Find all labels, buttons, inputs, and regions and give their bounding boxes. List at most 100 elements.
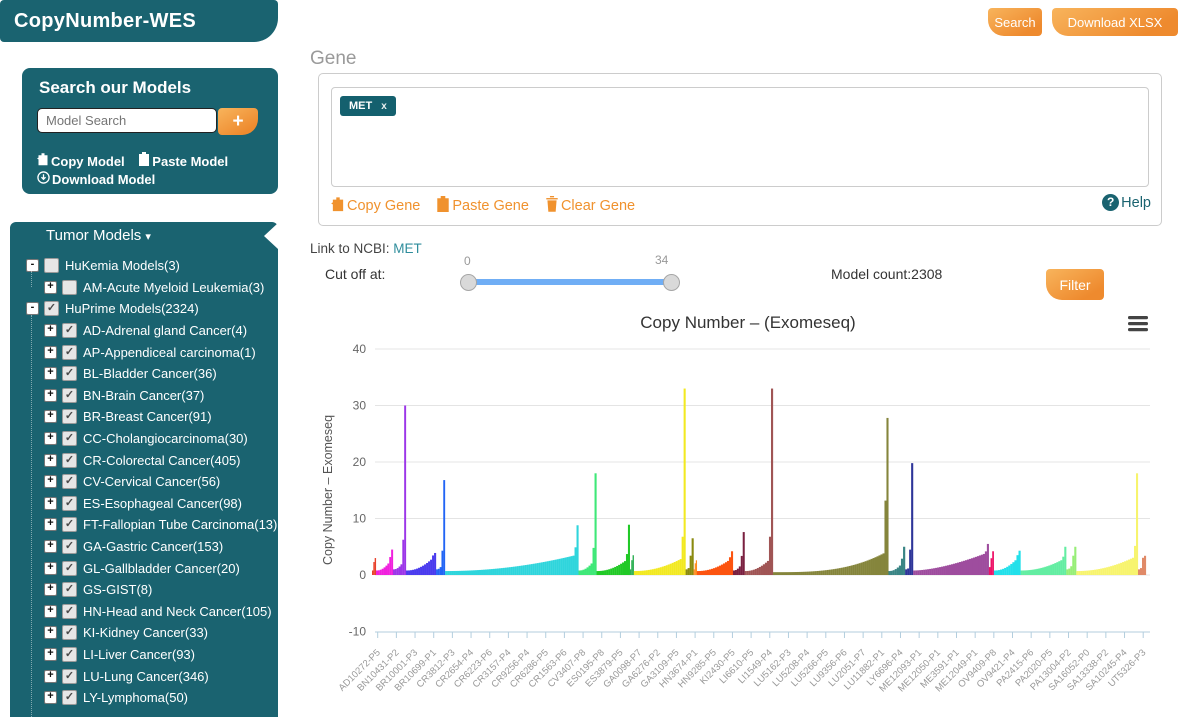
remove-gene-icon[interactable]: x <box>381 101 387 112</box>
tree-item[interactable]: +✓AD-Adrenal gland Cancer(4) <box>10 320 278 342</box>
download-model-link[interactable]: Download Model <box>37 171 155 189</box>
tree-item[interactable]: -HuKemia Models(3) <box>10 255 278 277</box>
expand-icon[interactable]: + <box>44 454 57 467</box>
svg-text:0: 0 <box>359 568 366 582</box>
tree-item[interactable]: +✓GL-Gallbladder Cancer(20) <box>10 557 278 579</box>
cutoff-slider-handle-min[interactable] <box>460 274 477 291</box>
copy-gene-link[interactable]: Copy Gene <box>331 196 420 216</box>
expand-icon[interactable]: + <box>44 389 57 402</box>
checkbox-checked[interactable]: ✓ <box>62 388 77 403</box>
tree-item-label: KI-Kidney Cancer(33) <box>83 625 208 640</box>
checkbox-checked[interactable]: ✓ <box>62 366 77 381</box>
model-search-input[interactable] <box>37 108 217 133</box>
checkbox-checked[interactable]: ✓ <box>62 431 77 446</box>
checkbox-checked[interactable]: ✓ <box>62 517 77 532</box>
ncbi-gene-link[interactable]: MET <box>393 241 422 256</box>
expand-icon[interactable]: + <box>44 410 57 423</box>
checkbox-checked[interactable]: ✓ <box>62 409 77 424</box>
tree-item[interactable]: +✓CV-Cervical Cancer(56) <box>10 471 278 493</box>
gene-card: METx Copy Gene Paste Gene Clear Gene ? H… <box>318 73 1162 226</box>
download-xlsx-button[interactable]: Download XLSX <box>1052 8 1178 36</box>
expand-icon[interactable]: + <box>44 497 57 510</box>
tree-item[interactable]: +✓FT-Fallopian Tube Carcinoma(13) <box>10 514 278 536</box>
tree-item[interactable]: +✓BR-Breast Cancer(91) <box>10 406 278 428</box>
tree-item[interactable]: +✓LI-Liver Cancer(93) <box>10 644 278 666</box>
expand-icon[interactable]: + <box>44 475 57 488</box>
expand-icon[interactable]: + <box>44 518 57 531</box>
expand-icon[interactable]: + <box>44 367 57 380</box>
gene-tag: METx <box>340 96 396 116</box>
cutoff-slider-handle-max[interactable] <box>663 274 680 291</box>
download-icon <box>37 171 52 189</box>
checkbox-checked[interactable]: ✓ <box>62 625 77 640</box>
checkbox-checked[interactable]: ✓ <box>62 669 77 684</box>
chart-menu-icon[interactable] <box>1128 316 1148 331</box>
tree-item-label: BN-Brain Cancer(37) <box>83 388 204 403</box>
tree-item[interactable]: +✓BL-Bladder Cancer(36) <box>10 363 278 385</box>
collapse-icon[interactable]: - <box>26 302 39 315</box>
tree-item[interactable]: +✓LU-Lung Cancer(346) <box>10 665 278 687</box>
paste-icon <box>138 152 152 171</box>
expand-icon[interactable]: + <box>44 583 57 596</box>
tree-item-label: CC-Cholangiocarcinoma(30) <box>83 431 248 446</box>
copy-number-chart: Copy Number – (Exomeseq) Copy Number – E… <box>318 300 1162 717</box>
expand-icon[interactable]: + <box>44 691 57 704</box>
tree-connector <box>31 315 32 717</box>
checkbox-checked[interactable]: ✓ <box>62 474 77 489</box>
checkbox-checked[interactable]: ✓ <box>62 323 77 338</box>
clear-gene-link[interactable]: Clear Gene <box>545 196 635 216</box>
tree-connector <box>31 271 32 287</box>
collapse-icon[interactable]: - <box>26 259 39 272</box>
expand-icon[interactable]: + <box>44 670 57 683</box>
tree-item[interactable]: +✓CR-Colorectal Cancer(405) <box>10 449 278 471</box>
expand-icon[interactable]: + <box>44 324 57 337</box>
copy-icon <box>331 196 347 216</box>
expand-icon[interactable]: + <box>44 562 57 575</box>
checkbox-unchecked[interactable] <box>44 258 59 273</box>
checkbox-checked[interactable]: ✓ <box>62 539 77 554</box>
help-link[interactable]: ? Help <box>1102 194 1151 211</box>
checkbox-checked[interactable]: ✓ <box>62 690 77 705</box>
tree-item[interactable]: + ✓ BN-Brain Cancer(37) <box>10 385 278 407</box>
tree-item[interactable]: +✓LY-Lymphoma(50) <box>10 687 278 709</box>
expand-icon[interactable]: + <box>44 432 57 445</box>
checkbox-checked[interactable]: ✓ <box>62 496 77 511</box>
tree-item[interactable]: +✓GA-Gastric Cancer(153) <box>10 536 278 558</box>
add-model-button[interactable]: + <box>218 108 258 135</box>
expand-icon[interactable]: + <box>44 626 57 639</box>
gene-section-label: Gene <box>310 48 356 70</box>
paste-model-label: Paste Model <box>152 153 228 171</box>
slider-min-value: 0 <box>464 254 471 268</box>
tree-item[interactable]: +✓ES-Esophageal Cancer(98) <box>10 493 278 515</box>
checkbox-checked[interactable]: ✓ <box>44 301 59 316</box>
tumor-models-header[interactable]: Tumor Models▾ <box>10 222 278 250</box>
tree-item[interactable]: + ✓ CC-Cholangiocarcinoma(30) <box>10 428 278 450</box>
filter-button[interactable]: Filter <box>1046 269 1104 300</box>
checkbox-checked[interactable]: ✓ <box>62 453 77 468</box>
tree-item[interactable]: +✓HN-Head and Neck Cancer(105) <box>10 601 278 623</box>
tree-item[interactable]: + ✓ KI-Kidney Cancer(33) <box>10 622 278 644</box>
expand-icon[interactable]: + <box>44 605 57 618</box>
tree-item[interactable]: -✓HuPrime Models(2324) <box>10 298 278 320</box>
search-button[interactable]: Search <box>988 8 1042 36</box>
tree-item-label: AP-Appendiceal carcinoma(1) <box>83 345 256 360</box>
checkbox-unchecked[interactable] <box>62 280 77 295</box>
cutoff-slider-track[interactable] <box>468 279 670 285</box>
gene-input-box[interactable]: METx <box>331 87 1149 187</box>
expand-icon[interactable]: + <box>44 281 57 294</box>
paste-model-link[interactable]: Paste Model <box>138 152 228 171</box>
tree-item[interactable]: + ✓ AP-Appendiceal carcinoma(1) <box>10 341 278 363</box>
checkbox-checked[interactable]: ✓ <box>62 345 77 360</box>
tree-item[interactable]: +AM-Acute Myeloid Leukemia(3) <box>10 277 278 299</box>
expand-icon[interactable]: + <box>44 346 57 359</box>
checkbox-checked[interactable]: ✓ <box>62 604 77 619</box>
expand-icon[interactable]: + <box>44 648 57 661</box>
search-models-panel: Search our Models + Copy Model Paste Mod… <box>22 68 278 194</box>
copy-model-link[interactable]: Copy Model <box>37 152 125 171</box>
tree-item[interactable]: +✓GS-GIST(8) <box>10 579 278 601</box>
checkbox-checked[interactable]: ✓ <box>62 561 77 576</box>
checkbox-checked[interactable]: ✓ <box>62 582 77 597</box>
paste-gene-link[interactable]: Paste Gene <box>436 196 529 216</box>
checkbox-checked[interactable]: ✓ <box>62 647 77 662</box>
expand-icon[interactable]: + <box>44 540 57 553</box>
